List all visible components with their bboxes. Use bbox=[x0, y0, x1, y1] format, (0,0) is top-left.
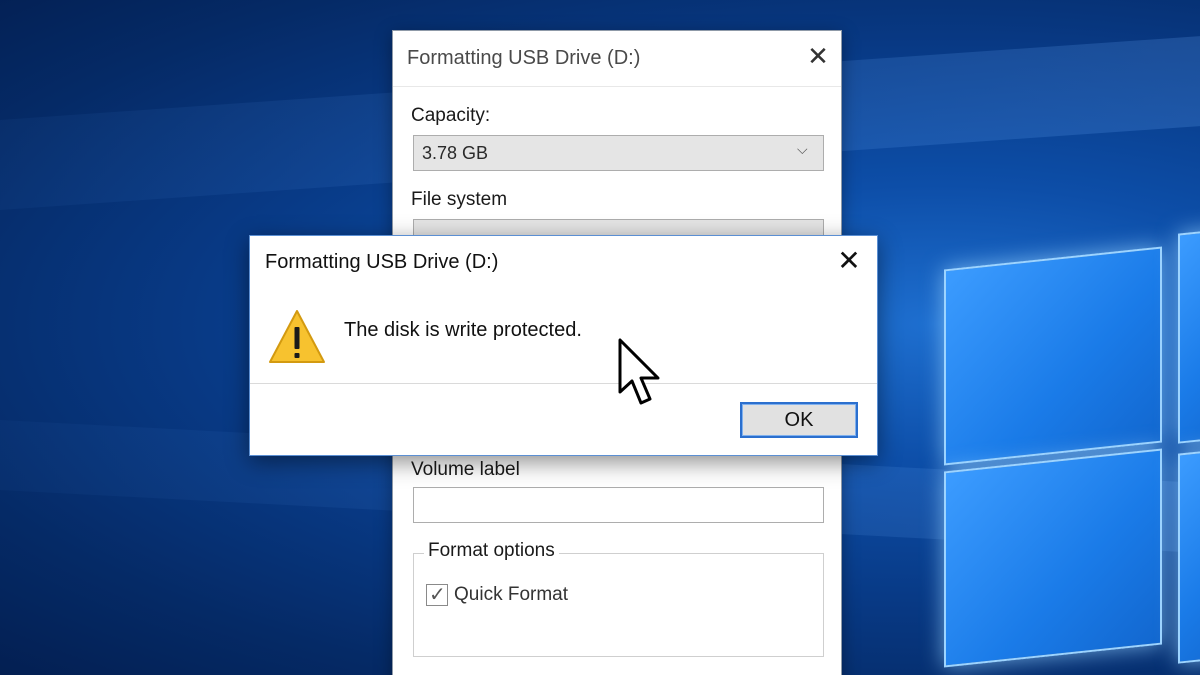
logo-pane bbox=[944, 448, 1162, 668]
capacity-value: 3.78 GB bbox=[422, 143, 489, 163]
volume-label-label: Volume label bbox=[411, 459, 520, 480]
close-icon[interactable]: ✕ bbox=[803, 41, 833, 73]
alert-body: The disk is write protected. bbox=[250, 288, 877, 383]
logo-pane bbox=[944, 246, 1162, 466]
mouse-cursor-icon bbox=[618, 338, 660, 405]
logo-pane bbox=[1178, 226, 1200, 444]
format-options-title: Format options bbox=[424, 540, 559, 562]
volume-label-input[interactable] bbox=[413, 487, 824, 523]
chevron-down-icon: ⌵ bbox=[797, 142, 808, 158]
write-protected-alert: Formatting USB Drive (D:) ✕ The disk is … bbox=[249, 235, 878, 456]
check-icon: ✓ bbox=[429, 582, 446, 606]
capacity-select[interactable]: 3.78 GB ⌵ bbox=[413, 135, 824, 171]
close-icon[interactable]: ✕ bbox=[833, 244, 865, 278]
warning-icon bbox=[269, 310, 325, 363]
logo-pane bbox=[1178, 446, 1200, 664]
quick-format-checkbox[interactable]: ✓ bbox=[426, 582, 448, 606]
format-dialog-titlebar: Formatting USB Drive (D:) ✕ bbox=[393, 31, 841, 87]
file-system-label: File system bbox=[411, 189, 508, 210]
format-options-group: Format options ✓ Quick Format bbox=[413, 540, 824, 657]
alert-message: The disk is write protected. bbox=[344, 319, 582, 341]
capacity-label: Capacity: bbox=[411, 105, 491, 126]
windows-logo bbox=[930, 220, 1200, 668]
ok-button[interactable]: OK bbox=[740, 402, 858, 438]
alert-footer: OK bbox=[250, 383, 877, 455]
alert-title: Formatting USB Drive (D:) bbox=[265, 251, 499, 273]
alert-titlebar: Formatting USB Drive (D:) ✕ bbox=[250, 236, 877, 288]
format-dialog-title: Formatting USB Drive (D:) bbox=[407, 47, 641, 69]
quick-format-label[interactable]: Quick Format bbox=[454, 584, 568, 606]
